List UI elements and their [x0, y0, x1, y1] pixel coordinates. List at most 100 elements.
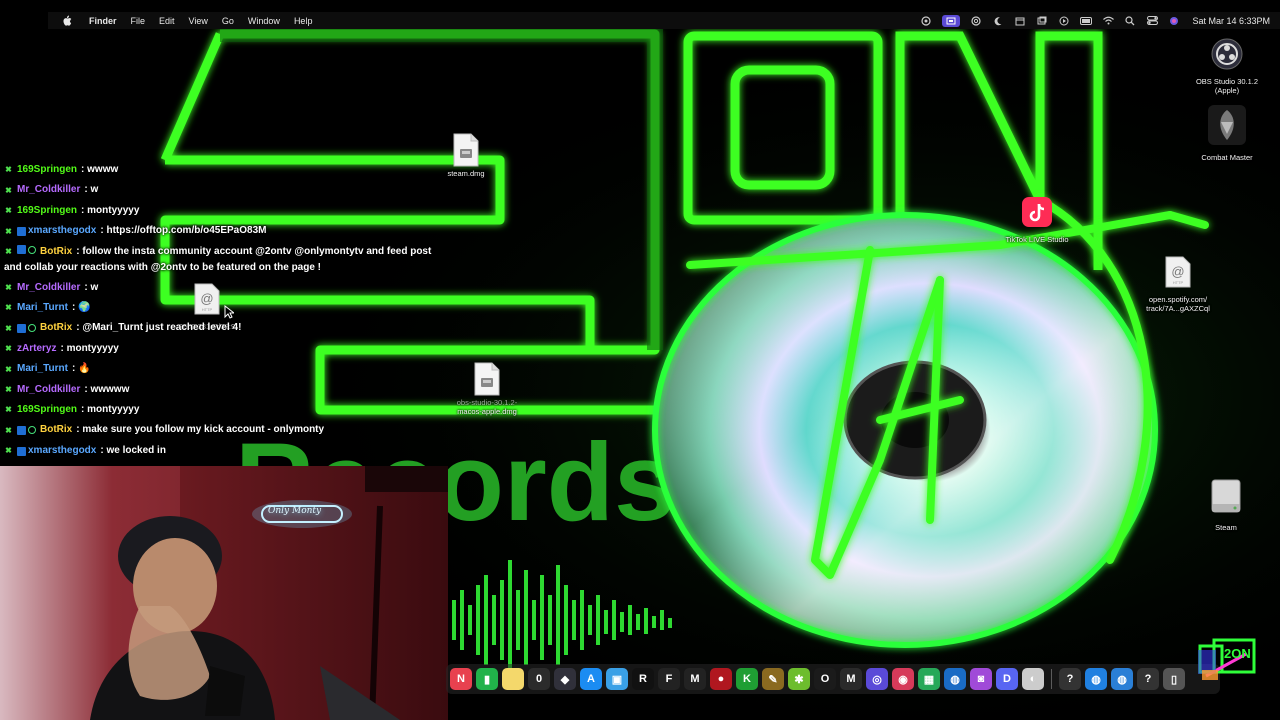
- chat-username[interactable]: BotRix: [40, 318, 72, 338]
- dock-preview-icon[interactable]: ▣: [606, 668, 628, 690]
- window-icon[interactable]: [1036, 15, 1048, 27]
- menu-view[interactable]: View: [182, 16, 215, 26]
- chat-message: ✖ 169Springen: montyyyyy: [0, 201, 450, 221]
- dock-numbers-icon[interactable]: ▮: [476, 668, 498, 690]
- internet-location-icon: @ HTTP: [1165, 256, 1191, 293]
- battery-icon[interactable]: [1080, 15, 1093, 27]
- chat-message: ✖ zArteryz: montyyyyy: [0, 339, 450, 359]
- dock-controller-icon[interactable]: ◎: [866, 668, 888, 690]
- chat-username[interactable]: 169Springen: [17, 201, 77, 221]
- bot-badge-icon: [28, 245, 36, 254]
- chat-username[interactable]: 169Springen: [17, 400, 77, 420]
- screen-record-icon[interactable]: [942, 14, 961, 27]
- svg-text:@: @: [1171, 264, 1184, 279]
- control-center-icon[interactable]: [1146, 15, 1158, 27]
- dock-trash-icon[interactable]: ▯: [1163, 668, 1185, 690]
- menu-edit[interactable]: Edit: [152, 16, 182, 26]
- wifi-icon[interactable]: [1102, 15, 1114, 27]
- dock-obs-icon[interactable]: O: [814, 668, 836, 690]
- desktop-icon-obs-studio[interactable]: OBS Studio 30.1.2 (Apple): [1186, 38, 1268, 95]
- desktop-icon-label-line2: track/7A...gAXZCql: [1146, 304, 1210, 313]
- dock-chrome-icon[interactable]: ◐: [1022, 668, 1044, 690]
- dock-help-icon[interactable]: ?: [1059, 668, 1081, 690]
- dock-record-icon[interactable]: ●: [710, 668, 732, 690]
- bot-badge-icon: [28, 426, 36, 435]
- dock-photo-booth-icon[interactable]: ◉: [892, 668, 914, 690]
- chat-emoji: 🌍: [78, 302, 91, 314]
- chat-username[interactable]: zArteryz: [17, 339, 56, 359]
- chat-username[interactable]: Mari_Turnt: [17, 359, 68, 379]
- verified-badge-icon: [17, 244, 26, 254]
- dock-m-app-icon[interactable]: M: [684, 668, 706, 690]
- menu-window[interactable]: Window: [241, 16, 287, 26]
- dock-screen-capture-icon[interactable]: ◙: [970, 668, 992, 690]
- cd-disc: [652, 212, 1158, 648]
- desktop-icon-steam-volume[interactable]: Steam: [1200, 478, 1252, 532]
- dock-grid-app-icon[interactable]: ▦: [918, 668, 940, 690]
- chat-username[interactable]: Mr_Coldkiller: [17, 278, 80, 298]
- chat-message: ✖ 169Springen: wwww: [0, 160, 450, 180]
- calendar-icon[interactable]: [1014, 15, 1026, 27]
- kick-badge-icon: ✖: [5, 384, 12, 394]
- chat-message: ✖ xmarsthegodx: https://offtop.com/b/o45…: [0, 221, 450, 241]
- chat-username[interactable]: BotRix: [40, 246, 72, 257]
- dock-finder-search-icon[interactable]: ◍: [944, 668, 966, 690]
- dock-rockstar-icon[interactable]: R: [632, 668, 654, 690]
- chat-username[interactable]: BotRix: [40, 420, 72, 440]
- chat-username[interactable]: xmarsthegodx: [28, 221, 96, 241]
- desktop-icon-label: TikTok LIVE Studio: [1005, 235, 1069, 244]
- dock-news-icon[interactable]: N: [450, 668, 472, 690]
- dock: N ▮ 0 ◆ A ▣ R F M ● K ✎ ✱ O M ◎ ◉ ▦ ◍ ◙ D ◐? ◍ ◍? ▯: [446, 664, 1220, 694]
- dock-snake-icon[interactable]: ✱: [788, 668, 810, 690]
- desktop-icon-spotify-link[interactable]: @ HTTP open.spotify.com/ track/7A...gAXZC…: [1136, 256, 1220, 313]
- brand-logo-text: 2ON: [1224, 646, 1251, 661]
- dock-globe-2-icon[interactable]: ◍: [1111, 668, 1133, 690]
- menu-help[interactable]: Help: [287, 16, 320, 26]
- kick-badge-icon: ✖: [5, 425, 12, 435]
- siri-icon[interactable]: [1168, 15, 1180, 27]
- chat-message: ✖ 169Springen: montyyyyy: [0, 400, 450, 420]
- dock-globe-icon[interactable]: ◍: [1085, 668, 1107, 690]
- chat-text: montyyyyy: [87, 404, 140, 416]
- dock-counter-app-icon[interactable]: 0: [528, 668, 550, 690]
- chat-username[interactable]: xmarsthegodx: [28, 441, 96, 461]
- chat-username[interactable]: Mr_Coldkiller: [17, 180, 80, 200]
- kick-badge-icon: ✖: [5, 344, 12, 354]
- desktop-icon-combat-master[interactable]: Combat Master: [1190, 104, 1264, 162]
- chat-username[interactable]: 169Springen: [17, 160, 77, 180]
- verified-badge-icon: [17, 324, 26, 334]
- dock-m-app-2-icon[interactable]: M: [840, 668, 862, 690]
- chat-text: montyyyyy: [87, 204, 140, 216]
- chat-username[interactable]: Mari_Turnt: [17, 298, 68, 318]
- neon-sign-text: Only Monty: [268, 506, 322, 516]
- kick-badge-icon: ✖: [5, 446, 12, 456]
- dock-tools-icon[interactable]: ✎: [762, 668, 784, 690]
- vpn-icon[interactable]: [920, 15, 932, 27]
- dock-script-icon[interactable]: ◆: [554, 668, 576, 690]
- search-icon[interactable]: [1124, 15, 1136, 27]
- desktop-icon-obs-dmg[interactable]: obs-studio-30.1.2- macos-apple.dmg: [446, 362, 528, 416]
- menu-app-name[interactable]: Finder: [82, 16, 124, 26]
- chat-username[interactable]: Mr_Coldkiller: [17, 380, 80, 400]
- menu-clock[interactable]: Sat Mar 14 6:33PM: [1192, 16, 1270, 26]
- dock-kick-icon[interactable]: K: [736, 668, 758, 690]
- volume-drive-icon: [1209, 478, 1243, 521]
- desktop-icon-label-line1: open.spotify.com/: [1148, 295, 1208, 304]
- dock-help-2-icon[interactable]: ?: [1137, 668, 1159, 690]
- apple-logo-icon[interactable]: [60, 14, 74, 28]
- menu-file[interactable]: File: [124, 16, 153, 26]
- camera-icon[interactable]: [970, 15, 982, 27]
- kick-badge-icon: ✖: [5, 323, 12, 333]
- dock-f-app-icon[interactable]: F: [658, 668, 680, 690]
- combat-master-app-icon: [1207, 104, 1247, 151]
- dock-app-store-icon[interactable]: A: [580, 668, 602, 690]
- desktop-icon-tiktok-live[interactable]: TikTok LIVE Studio: [998, 196, 1076, 244]
- play-circle-icon[interactable]: [1058, 15, 1070, 27]
- chat-text: https://offtop.com/b/o45EPaO83M: [106, 225, 267, 237]
- dock-notes-icon[interactable]: [502, 668, 524, 690]
- menu-go[interactable]: Go: [215, 16, 241, 26]
- focus-moon-icon[interactable]: [992, 15, 1004, 27]
- chat-message: ✖ BotRix: @Mari_Turnt just reached level…: [0, 318, 450, 338]
- desktop-icon-label-line2: (Apple): [1214, 86, 1240, 95]
- dock-discord-icon[interactable]: D: [996, 668, 1018, 690]
